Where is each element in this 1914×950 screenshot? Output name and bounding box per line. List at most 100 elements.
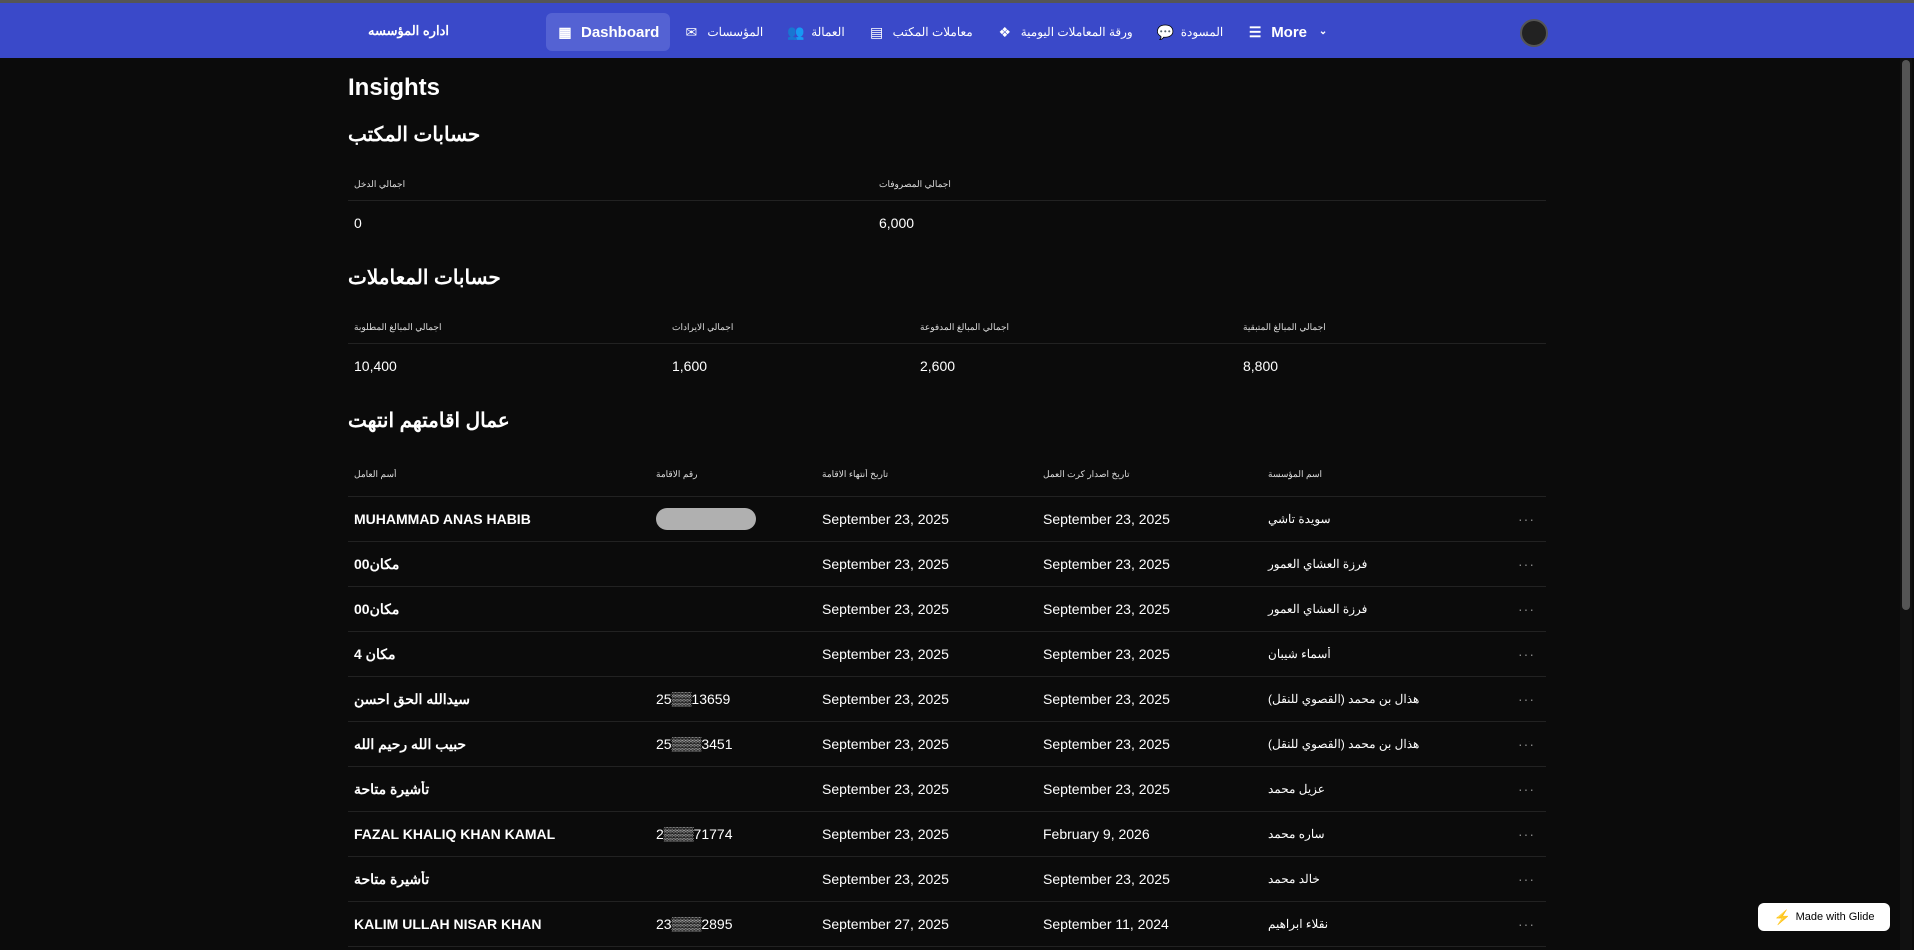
iqama-expiry: September 27, 2025: [822, 916, 949, 932]
iqama-expiry: September 23, 2025: [822, 826, 949, 842]
table-row[interactable]: FAZAL KHALIQ KHAN KAMAL 2▒▒▒71774 Septem…: [348, 812, 1546, 857]
stat-label: اجمالي المبالغ المدفوعة: [914, 310, 1237, 344]
iqama-number: 25▒▒13659: [656, 691, 731, 707]
iqama-expiry: September 23, 2025: [822, 736, 949, 752]
more-options-icon[interactable]: ···: [1512, 691, 1546, 707]
workers-table: أسم العامل رقم الاقامة تاريخ أنتهاء الاق…: [348, 453, 1546, 947]
company-name: هذال بن محمد (القصوي للنقل): [1268, 737, 1420, 751]
table-header: أسم العامل رقم الاقامة تاريخ أنتهاء الاق…: [348, 453, 1546, 497]
company-name: أسماء شيبان: [1268, 647, 1331, 661]
work-card-issue: September 23, 2025: [1043, 601, 1170, 617]
nav-item-4[interactable]: ❖ ورقة المعاملات اليومية: [986, 13, 1144, 51]
nav-item-label: More: [1271, 23, 1308, 41]
company-name: هذال بن محمد (القصوي للنقل): [1268, 692, 1420, 706]
column-header[interactable]: تاريخ اصدار كرت العمل: [1037, 469, 1262, 480]
work-card-issue: September 23, 2025: [1043, 781, 1170, 797]
nav-item-3[interactable]: ▤ معاملات المكتب: [858, 13, 984, 51]
workers-section-title: عمال اقامتهم انتهت: [348, 410, 510, 432]
page-title: Insights: [348, 74, 441, 101]
iqama-expiry: September 23, 2025: [822, 871, 949, 887]
company-name: فرزة العشاي العمور: [1268, 602, 1368, 616]
nav-item-2[interactable]: 👥 العمالة: [776, 13, 855, 51]
work-card-issue: September 23, 2025: [1043, 511, 1170, 527]
table-row[interactable]: مكان00 September 23, 2025 September 23, …: [348, 542, 1546, 587]
iqama-expiry: September 23, 2025: [822, 601, 949, 617]
worker-name: مكان00: [354, 600, 400, 617]
made-with-glide-badge[interactable]: ⚡ Made with Glide: [1758, 903, 1890, 931]
column-header[interactable]: اسم المؤسسة: [1262, 469, 1512, 480]
stat-label: اجمالي الايرادات: [666, 310, 914, 344]
redacted-mark: [656, 508, 756, 530]
more-options-icon[interactable]: ···: [1512, 511, 1546, 527]
transactions-stats: اجمالي المبالغ المطلوبة اجمالي الايرادات…: [348, 310, 1546, 388]
table-row[interactable]: تأشيرة متاحة September 23, 2025 Septembe…: [348, 857, 1546, 902]
work-card-issue: February 9, 2026: [1043, 826, 1150, 842]
stat-value: 1,600: [672, 358, 708, 374]
nav-item-label: العمالة: [811, 25, 845, 39]
nav-item-label: المؤسسات: [707, 25, 764, 39]
work-card-issue: September 23, 2025: [1043, 871, 1170, 887]
nav-item-label: المسودة: [1180, 25, 1224, 39]
nav-item-label: Dashboard: [581, 23, 660, 41]
users-icon: 👥: [787, 24, 805, 40]
column-header[interactable]: رقم الاقامة: [650, 469, 816, 480]
scrollbar-thumb[interactable]: [1902, 60, 1910, 610]
more-options-icon[interactable]: ···: [1512, 601, 1546, 617]
nav-item-label: معاملات المكتب: [892, 25, 973, 39]
nav-item-1[interactable]: ✉ المؤسسات: [672, 13, 774, 51]
more-options-icon[interactable]: ···: [1512, 736, 1546, 752]
work-card-issue: September 23, 2025: [1043, 691, 1170, 707]
more-options-icon[interactable]: ···: [1512, 646, 1546, 662]
table-row[interactable]: سيدالله الحق احسن 25▒▒13659 September 23…: [348, 677, 1546, 722]
more-options-icon[interactable]: ···: [1512, 826, 1546, 842]
iqama-expiry: September 23, 2025: [822, 511, 949, 527]
nav-item-5[interactable]: 💬 المسودة: [1146, 13, 1234, 51]
more-options-icon[interactable]: ···: [1512, 556, 1546, 572]
worker-name: FAZAL KHALIQ KHAN KAMAL: [354, 826, 556, 842]
app-title[interactable]: اداره المؤسسه: [368, 23, 449, 39]
table-row[interactable]: MUHAMMAD ANAS HABIB September 23, 2025 S…: [348, 497, 1546, 542]
worker-name: حبيب الله رحيم الله: [354, 735, 467, 752]
top-nav: اداره المؤسسه ▦ Dashboard ✉ المؤسسات 👥 العمال…: [0, 0, 1914, 58]
table-row[interactable]: مكان 4 September 23, 2025 September 23, …: [348, 632, 1546, 677]
iqama-expiry: September 23, 2025: [822, 781, 949, 797]
badge-label: Made with Glide: [1795, 911, 1875, 923]
table-row[interactable]: KALIM ULLAH NISAR KHAN 23▒▒▒2895 Septemb…: [348, 902, 1546, 947]
worker-name: مكان 4: [354, 645, 396, 662]
work-card-issue: September 23, 2025: [1043, 646, 1170, 662]
company-name: عزيل محمد: [1268, 782, 1325, 796]
company-name: نقلاء ابراهيم: [1268, 917, 1329, 931]
column-header[interactable]: أسم العامل: [348, 469, 650, 480]
more-options-icon[interactable]: ···: [1512, 781, 1546, 797]
stat-label: اجمالي المبالغ المطلوبة: [348, 310, 666, 344]
nav-item-6[interactable]: ☰ More ⌄: [1236, 13, 1342, 51]
office-stats: اجمالي الدخل اجمالي المصروفات 0 6,000: [348, 167, 1546, 245]
grid-icon: ▦: [558, 24, 572, 40]
stat-value: 6,000: [879, 215, 915, 231]
more-options-icon[interactable]: ···: [1512, 916, 1546, 932]
office-section-title: حسابات المكتب: [348, 124, 481, 146]
nav-item-0[interactable]: ▦ Dashboard: [546, 13, 671, 51]
table-row[interactable]: حبيب الله رحيم الله 25▒▒▒3451 September …: [348, 722, 1546, 767]
bolt-icon: ⚡: [1773, 909, 1791, 925]
stat-label: اجمالي المبالغ المتبقية: [1237, 310, 1546, 344]
iqama-expiry: September 23, 2025: [822, 646, 949, 662]
more-options-icon[interactable]: ···: [1512, 871, 1546, 887]
worker-name: سيدالله الحق احسن: [354, 690, 470, 707]
chevron-down-icon: ⌄: [1318, 26, 1328, 37]
menu-icon: ☰: [1248, 24, 1262, 40]
table-row[interactable]: تأشيرة متاحة September 23, 2025 Septembe…: [348, 767, 1546, 812]
iqama-expiry: September 23, 2025: [822, 691, 949, 707]
stat-label: اجمالي الدخل: [348, 167, 873, 201]
iqama-number: [650, 508, 816, 530]
column-header[interactable]: تاريخ أنتهاء الاقامة: [816, 469, 1037, 480]
chat-bubble-icon: 💬: [1156, 24, 1175, 40]
worker-name: تأشيرة متاحة: [354, 870, 430, 887]
mail-check-icon: ✉: [685, 24, 698, 40]
iqama-number: 2▒▒▒71774: [656, 826, 733, 842]
avatar[interactable]: [1520, 19, 1548, 47]
table-row[interactable]: مكان00 September 23, 2025 September 23, …: [348, 587, 1546, 632]
main-content: Insights حسابات المكتب اجمالي الدخل اجما…: [348, 58, 1546, 947]
scrollbar[interactable]: [1900, 58, 1912, 950]
work-card-issue: September 11, 2024: [1043, 916, 1169, 932]
